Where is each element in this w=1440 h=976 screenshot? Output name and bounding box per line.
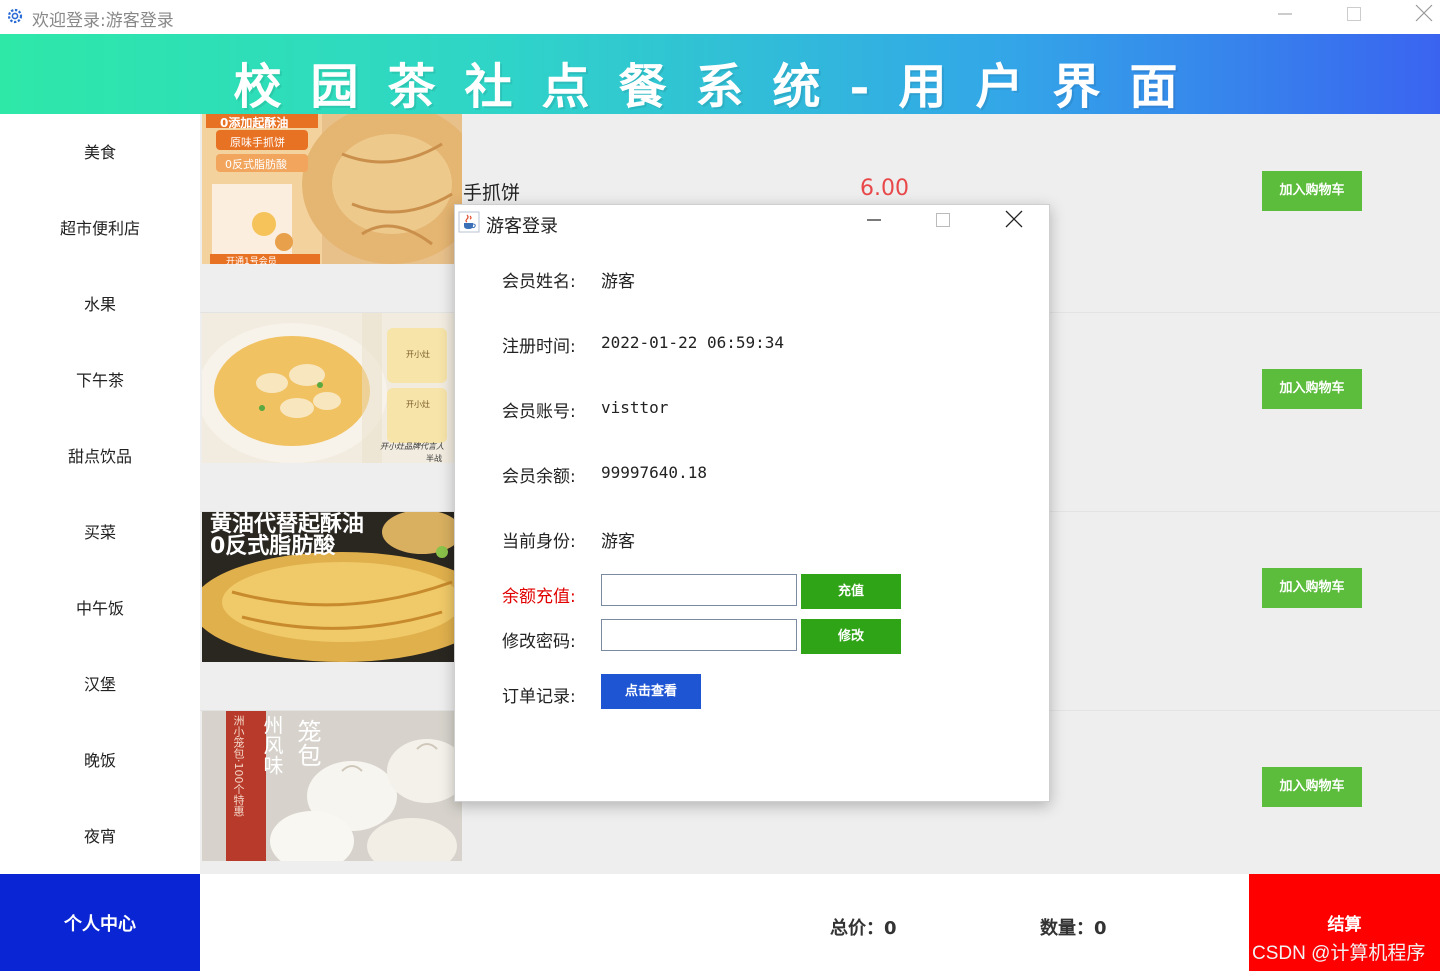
header-banner: 校园茶社点餐系统-用户界面 (0, 34, 1440, 115)
register-time-value: 2022-01-22 06:59:34 (601, 333, 785, 352)
java-cup-icon (458, 211, 480, 233)
register-time-label: 注册时间: (502, 337, 576, 357)
gear-icon (7, 8, 23, 24)
close-icon (1005, 210, 1023, 228)
member-account-value: visttor (601, 398, 669, 417)
order-records-label: 订单记录: (502, 687, 576, 707)
image-text: 开小灶 (406, 350, 430, 359)
category-sidebar: 美食 超市便利店 水果 下午茶 甜点饮品 买菜 中午饭 汉堡 晚饭 夜宵 (0, 114, 200, 874)
image-text: 原味手抓饼 (230, 136, 285, 149)
item-count: 数量：0 (1040, 918, 1107, 939)
image-text: 洲小笼包·100个特惠 (232, 715, 245, 817)
category-item[interactable]: 买菜 (0, 513, 200, 553)
image-text: 开小灶 (406, 400, 430, 409)
minimize-button[interactable] (1265, 4, 1305, 30)
member-name-value: 游客 (601, 272, 635, 292)
footer-bar: 个人中心 总价：0 数量：0 结算 CSDN @计算机程序 (0, 874, 1440, 971)
change-password-label: 修改密码: (502, 632, 576, 652)
member-balance-value: 99997640.18 (601, 463, 707, 482)
image-text: 开通1号会员 (226, 257, 277, 267)
maximize-icon (1347, 7, 1361, 21)
recharge-input[interactable] (601, 574, 797, 606)
category-item[interactable]: 汉堡 (0, 665, 200, 705)
identity-label: 当前身份: (502, 532, 576, 552)
member-name-label: 会员姓名: (502, 272, 576, 292)
image-text: 州风味 (260, 715, 284, 775)
product-price: 6.00 (860, 176, 909, 201)
member-account-label: 会员账号: (502, 402, 576, 422)
minimize-icon (1278, 13, 1292, 15)
image-text: 半战 (426, 454, 442, 463)
dialog-maximize-button[interactable] (923, 209, 963, 237)
window-title: 欢迎登录:游客登录 (32, 11, 174, 31)
dialog-close-button[interactable] (994, 209, 1034, 237)
image-text: 0添加起酥油 (220, 116, 289, 130)
dialog-minimize-button[interactable] (854, 209, 894, 237)
category-item[interactable]: 水果 (0, 285, 200, 325)
add-to-cart-button[interactable]: 加入购物车 (1262, 767, 1362, 807)
category-item[interactable]: 下午茶 (0, 361, 200, 401)
guest-login-dialog: 游客登录 会员姓名: 游客 注册时间: 2022-01-22 06:59:34 … (454, 204, 1050, 802)
view-orders-button[interactable]: 点击查看 (601, 674, 701, 709)
image-text: 0反式脂肪酸 (210, 534, 336, 559)
close-icon (1415, 4, 1433, 22)
recharge-button[interactable]: 充值 (801, 574, 901, 609)
add-to-cart-button[interactable]: 加入购物车 (1262, 171, 1362, 211)
change-password-button[interactable]: 修改 (801, 619, 901, 654)
watermark: CSDN @计算机程序 (1252, 943, 1426, 964)
add-to-cart-button[interactable]: 加入购物车 (1262, 568, 1362, 608)
recharge-label: 余额充值: (502, 587, 576, 607)
maximize-button[interactable] (1334, 4, 1374, 30)
checkout-label: 结算 (1327, 915, 1362, 935)
category-item[interactable]: 甜点饮品 (0, 437, 200, 477)
image-text: 开小灶品牌代言人 (380, 442, 444, 451)
minimize-icon (867, 219, 881, 221)
category-item[interactable]: 中午饭 (0, 589, 200, 629)
total-price: 总价：0 (830, 918, 897, 939)
identity-value: 游客 (601, 532, 635, 552)
category-item[interactable]: 晚饭 (0, 741, 200, 781)
add-to-cart-button[interactable]: 加入购物车 (1262, 369, 1362, 409)
password-input[interactable] (601, 619, 797, 651)
product-name: 手抓饼 (463, 182, 521, 204)
window-titlebar: 欢迎登录:游客登录 (0, 0, 1440, 34)
category-item[interactable]: 美食 (0, 133, 200, 173)
category-item[interactable]: 夜宵 (0, 817, 200, 857)
member-balance-label: 会员余额: (502, 467, 576, 487)
close-button[interactable] (1404, 4, 1440, 30)
personal-center-button[interactable]: 个人中心 (0, 874, 200, 971)
dialog-titlebar: 游客登录 (455, 205, 1049, 241)
image-text: 0反式脂肪酸 (225, 158, 287, 171)
maximize-icon (936, 213, 950, 227)
category-item[interactable]: 超市便利店 (0, 209, 200, 249)
dialog-title: 游客登录 (486, 216, 558, 237)
image-text: 笼包 (293, 719, 321, 767)
banner-title: 校园茶社点餐系统-用户界面 (233, 59, 1207, 115)
